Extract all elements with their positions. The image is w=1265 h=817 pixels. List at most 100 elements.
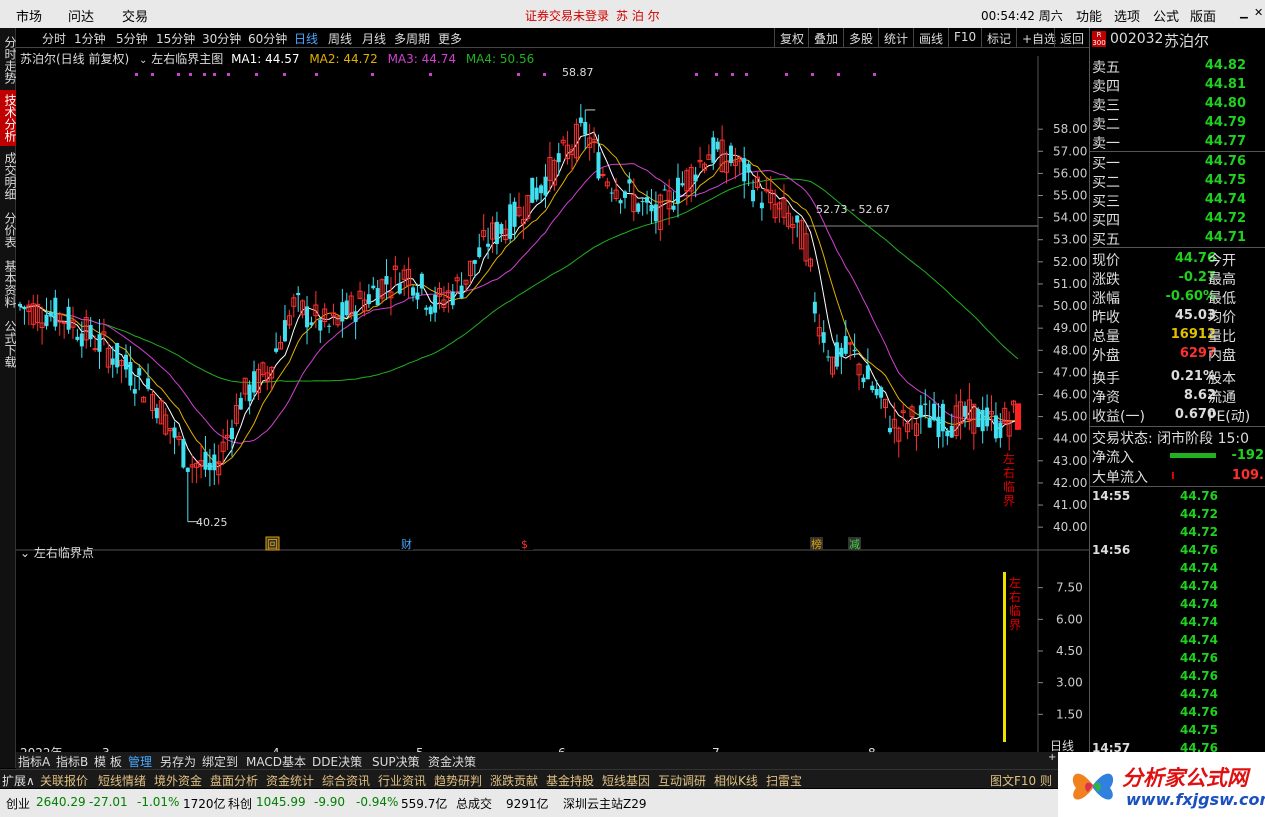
tab-expand[interactable]: 扩展∧ <box>2 772 35 789</box>
minimize-icon[interactable]: ▁ <box>1240 8 1248 19</box>
chevron-down-icon[interactable]: ⌄ <box>139 55 147 66</box>
tab-dde[interactable]: DDE决策 <box>312 753 362 770</box>
period-5min[interactable]: 5分钟 <box>116 30 148 47</box>
tab-similar[interactable]: 相似K线 <box>714 772 758 789</box>
main-indicator[interactable]: 左右临界主图 <box>151 52 223 66</box>
menu-function[interactable]: 功能 <box>1076 6 1102 25</box>
candle-body <box>318 319 323 331</box>
tab-market[interactable]: 盘面分析 <box>210 772 258 789</box>
tab-news[interactable]: 综合资讯 <box>322 772 370 789</box>
period-multi[interactable]: 多周期 <box>394 30 430 47</box>
close-icon[interactable]: ✕ <box>1254 6 1263 19</box>
tick-price: 44.72 <box>1180 525 1218 539</box>
btn-fuquan[interactable]: 复权 <box>774 28 809 47</box>
tab-research[interactable]: 互动调研 <box>658 772 706 789</box>
menu-formula[interactable]: 公式 <box>1153 6 1179 25</box>
tick-time: 14:55 <box>1092 489 1131 503</box>
sell-level: 卖五 44.82 <box>1090 56 1265 76</box>
candle-body <box>22 306 27 310</box>
period-fenshi[interactable]: 分时 <box>42 30 66 47</box>
event-mark: $ <box>521 538 528 551</box>
chart-header: 苏泊尔(日线 前复权) ⌄ 左右临界主图 MA1: 44.57 MA2: 44.… <box>20 50 534 67</box>
btn-back[interactable]: 返回 <box>1054 28 1089 47</box>
tab-sentiment[interactable]: 短线情绪 <box>98 772 146 789</box>
login-notice[interactable]: 证券交易未登录 <box>525 7 609 24</box>
sidebar-tab-deals[interactable]: 成交明细 <box>0 148 17 204</box>
stat-row: 收益(一) 0.670 PE(动) <box>1090 405 1265 425</box>
menu-layout[interactable]: 版面 <box>1190 6 1216 25</box>
candle-body <box>530 177 535 203</box>
period-daily[interactable]: 日线 <box>294 30 318 47</box>
tab-trend[interactable]: 趋势研判 <box>434 772 482 789</box>
signal-dot <box>715 73 718 76</box>
tab-mine[interactable]: 扫雷宝 <box>766 772 802 789</box>
tab-sup[interactable]: SUP决策 <box>372 753 420 770</box>
chevron-down-icon[interactable]: ⌄ <box>20 546 30 560</box>
sidebar-tab-timeshare[interactable]: 分时走势 <box>0 32 17 88</box>
period-more[interactable]: 更多 <box>438 30 462 47</box>
period-1min[interactable]: 1分钟 <box>74 30 106 47</box>
tab-related[interactable]: 关联报价 <box>40 772 88 789</box>
tab-fund-hold[interactable]: 基金持股 <box>546 772 594 789</box>
btn-f10[interactable]: F10 <box>948 28 981 47</box>
tick-price: 44.76 <box>1180 489 1218 503</box>
stat-row-aux-label: 均价 <box>1208 310 1236 326</box>
btn-mark[interactable]: 标记 <box>981 28 1016 47</box>
signal-dot <box>151 73 154 76</box>
tab-manage[interactable]: 管理 <box>128 753 152 770</box>
menu-trade[interactable]: 交易 <box>122 6 148 25</box>
tab-bind[interactable]: 绑定到 <box>202 753 238 770</box>
period-monthly[interactable]: 月线 <box>362 30 386 47</box>
tab-fund[interactable]: 资金决策 <box>428 753 476 770</box>
signal-label-main: 左右临界 <box>1003 452 1016 508</box>
candle-body <box>671 205 676 210</box>
candle-body <box>980 409 985 432</box>
btn-draw[interactable]: 画线 <box>913 28 948 47</box>
tab-contribution[interactable]: 涨跌贡献 <box>490 772 538 789</box>
price-tick-label: 57.00 <box>1053 144 1087 158</box>
candle-body <box>282 320 287 342</box>
period-30min[interactable]: 30分钟 <box>202 30 241 47</box>
menu-market[interactable]: 市场 <box>16 6 42 25</box>
price-tick-label: 58.00 <box>1053 122 1087 136</box>
signal-dot <box>731 73 734 76</box>
event-mark: 减 <box>849 538 860 551</box>
tab-save-as[interactable]: 另存为 <box>160 753 196 770</box>
candle-body <box>927 417 932 428</box>
tab-gene[interactable]: 短线基因 <box>602 772 650 789</box>
period-60min[interactable]: 60分钟 <box>248 30 287 47</box>
menu-wenda[interactable]: 问达 <box>68 6 94 25</box>
price-tick-label: 44.00 <box>1053 432 1087 446</box>
tab-f10-text[interactable]: 图文F10 则 <box>990 772 1052 789</box>
sell-level-label: 卖二 <box>1092 117 1120 133</box>
candle-body <box>459 285 464 298</box>
sidebar-tab-formula[interactable]: 公式下载 <box>0 316 17 372</box>
menu-options[interactable]: 选项 <box>1114 6 1140 25</box>
tab-foreign[interactable]: 境外资金 <box>154 772 202 789</box>
tab-industry[interactable]: 行业资讯 <box>378 772 426 789</box>
period-weekly[interactable]: 周线 <box>328 30 352 47</box>
tab-template[interactable]: 模 板 <box>94 753 122 770</box>
buy-level-value: 44.76 <box>1204 154 1246 169</box>
tab-indicator-a[interactable]: 指标A <box>18 753 50 770</box>
tab-capital[interactable]: 资金统计 <box>266 772 314 789</box>
candle-body <box>843 336 848 354</box>
price-tick-label: 53.00 <box>1053 233 1087 247</box>
btn-multistock[interactable]: 多股 <box>843 28 878 47</box>
signal-dot <box>517 73 520 76</box>
tab-macd[interactable]: MACD基本 <box>246 753 306 770</box>
server-label[interactable]: 深圳云主站Z29 <box>563 795 647 812</box>
btn-stats[interactable]: 统计 <box>878 28 913 47</box>
sidebar-tab-profile[interactable]: 基本资料 <box>0 256 17 312</box>
candle-body <box>923 403 928 405</box>
total-value: 9291亿 <box>506 797 549 811</box>
kline-chart[interactable]: 58.00 57.00 56.00 55.00 54.00 53.00 52.00 51.00… <box>16 48 1089 768</box>
tab-indicator-b[interactable]: 指标B <box>56 753 88 770</box>
sidebar-tab-technical[interactable]: 技术分析 <box>0 90 17 146</box>
btn-overlay[interactable]: 叠加 <box>808 28 843 47</box>
candle-body <box>397 283 402 294</box>
period-15min[interactable]: 15分钟 <box>156 30 195 47</box>
candle-body <box>879 387 884 398</box>
tick-list[interactable]: 14:55 44.76 44.72 44.72 14:56 44.76 44.74 44.74… <box>1090 486 1265 775</box>
sidebar-tab-pricetable[interactable]: 分价表 <box>0 208 17 252</box>
